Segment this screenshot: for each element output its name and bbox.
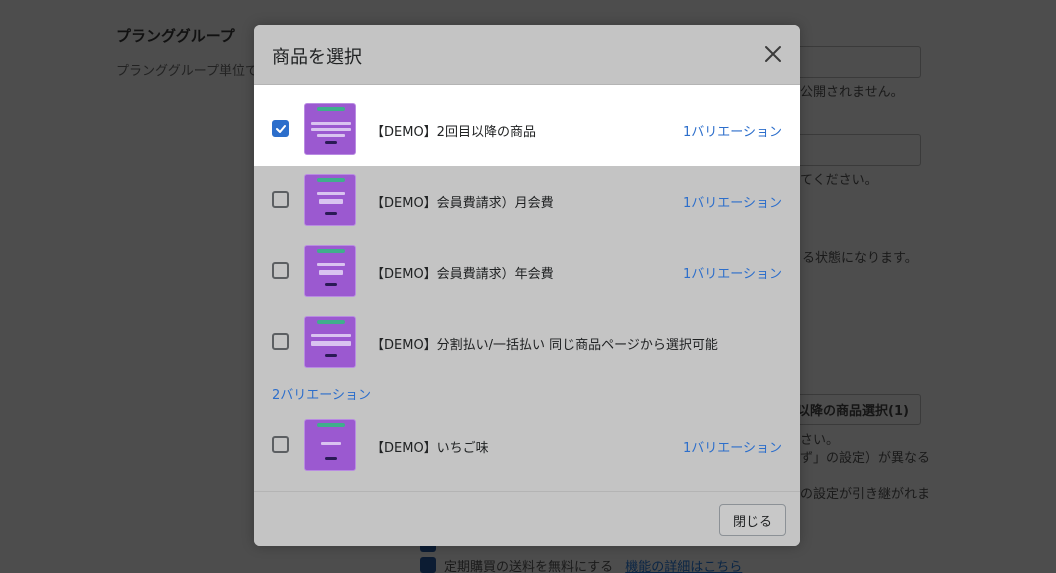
variant-count-link[interactable]: 1バリエーション (683, 192, 782, 211)
background-text-6: の設定が引き継がれま (800, 487, 931, 502)
background-text-2: てください。 (800, 173, 878, 188)
product-row[interactable]: 【DEMO】2回目以降の商品 1バリエーション (254, 85, 800, 166)
product-checkbox[interactable] (272, 436, 289, 453)
product-row[interactable]: 【DEMO】会員費請求）年会費 1バリエーション (254, 237, 800, 318)
product-thumbnail (304, 419, 356, 471)
background-checkbox-2[interactable] (420, 557, 436, 573)
product-name: 【DEMO】2回目以降の商品 (371, 125, 536, 140)
variant-count-link[interactable]: 2バリエーション (272, 384, 371, 403)
close-icon[interactable] (762, 43, 784, 65)
select-products-button[interactable]: 以降の商品選択(1) (790, 394, 921, 425)
product-list: 【DEMO】2回目以降の商品 1バリエーション 【DEMO】会員費請求）月会費 … (254, 85, 800, 491)
background-input-1[interactable] (790, 46, 921, 78)
section-title: プランググループ (116, 27, 235, 45)
variant-count-link[interactable]: 1バリエーション (683, 121, 782, 140)
background-text-5: ず」の設定）が異なる (800, 451, 931, 466)
background-input-2[interactable] (790, 134, 921, 166)
product-name: 【DEMO】会員費請求）年会費 (371, 267, 554, 282)
product-thumbnail (304, 103, 356, 155)
background-text-1: 公開されません。 (800, 85, 904, 100)
variant-count-link[interactable]: 1バリエーション (683, 437, 782, 456)
close-button[interactable]: 閉じる (719, 504, 786, 536)
modal-footer: 閉じる (254, 491, 800, 546)
product-row[interactable]: 【DEMO】会員費請求）月会費 1バリエーション (254, 166, 800, 247)
product-select-modal: 商品を選択 【DEMO】2回目以降の商品 1バリエーション 【DEMO】会員費請… (254, 25, 800, 546)
modal-header: 商品を選択 (254, 25, 800, 85)
details-link[interactable]: 機能の詳細はこちら (625, 560, 742, 573)
free-shipping-text: 定期購買の送料を無料にする (444, 560, 614, 573)
product-row[interactable]: 【DEMO】分割払い/一括払い 同じ商品ページから選択可能 2バリエーション (254, 308, 800, 411)
product-name: 【DEMO】いちご味 (371, 441, 489, 456)
background-text-4: さい。 (800, 433, 840, 448)
product-name: 【DEMO】会員費請求）月会費 (371, 196, 554, 211)
background-text-3: る状態になります。 (802, 251, 918, 266)
product-name: 【DEMO】分割払い/一括払い 同じ商品ページから選択可能 (371, 338, 718, 353)
product-thumbnail (304, 316, 356, 368)
product-checkbox[interactable] (272, 120, 289, 137)
variant-count-link[interactable]: 1バリエーション (683, 263, 782, 282)
product-thumbnail (304, 245, 356, 297)
product-row[interactable]: 【DEMO】いちご味 1バリエーション (254, 411, 800, 491)
product-thumbnail (304, 174, 356, 226)
modal-title: 商品を選択 (272, 47, 362, 68)
free-shipping-label: 定期購買の送料を無料にする 機能の詳細はこちら (444, 556, 742, 573)
product-checkbox[interactable] (272, 333, 289, 350)
product-checkbox[interactable] (272, 191, 289, 208)
product-checkbox[interactable] (272, 262, 289, 279)
